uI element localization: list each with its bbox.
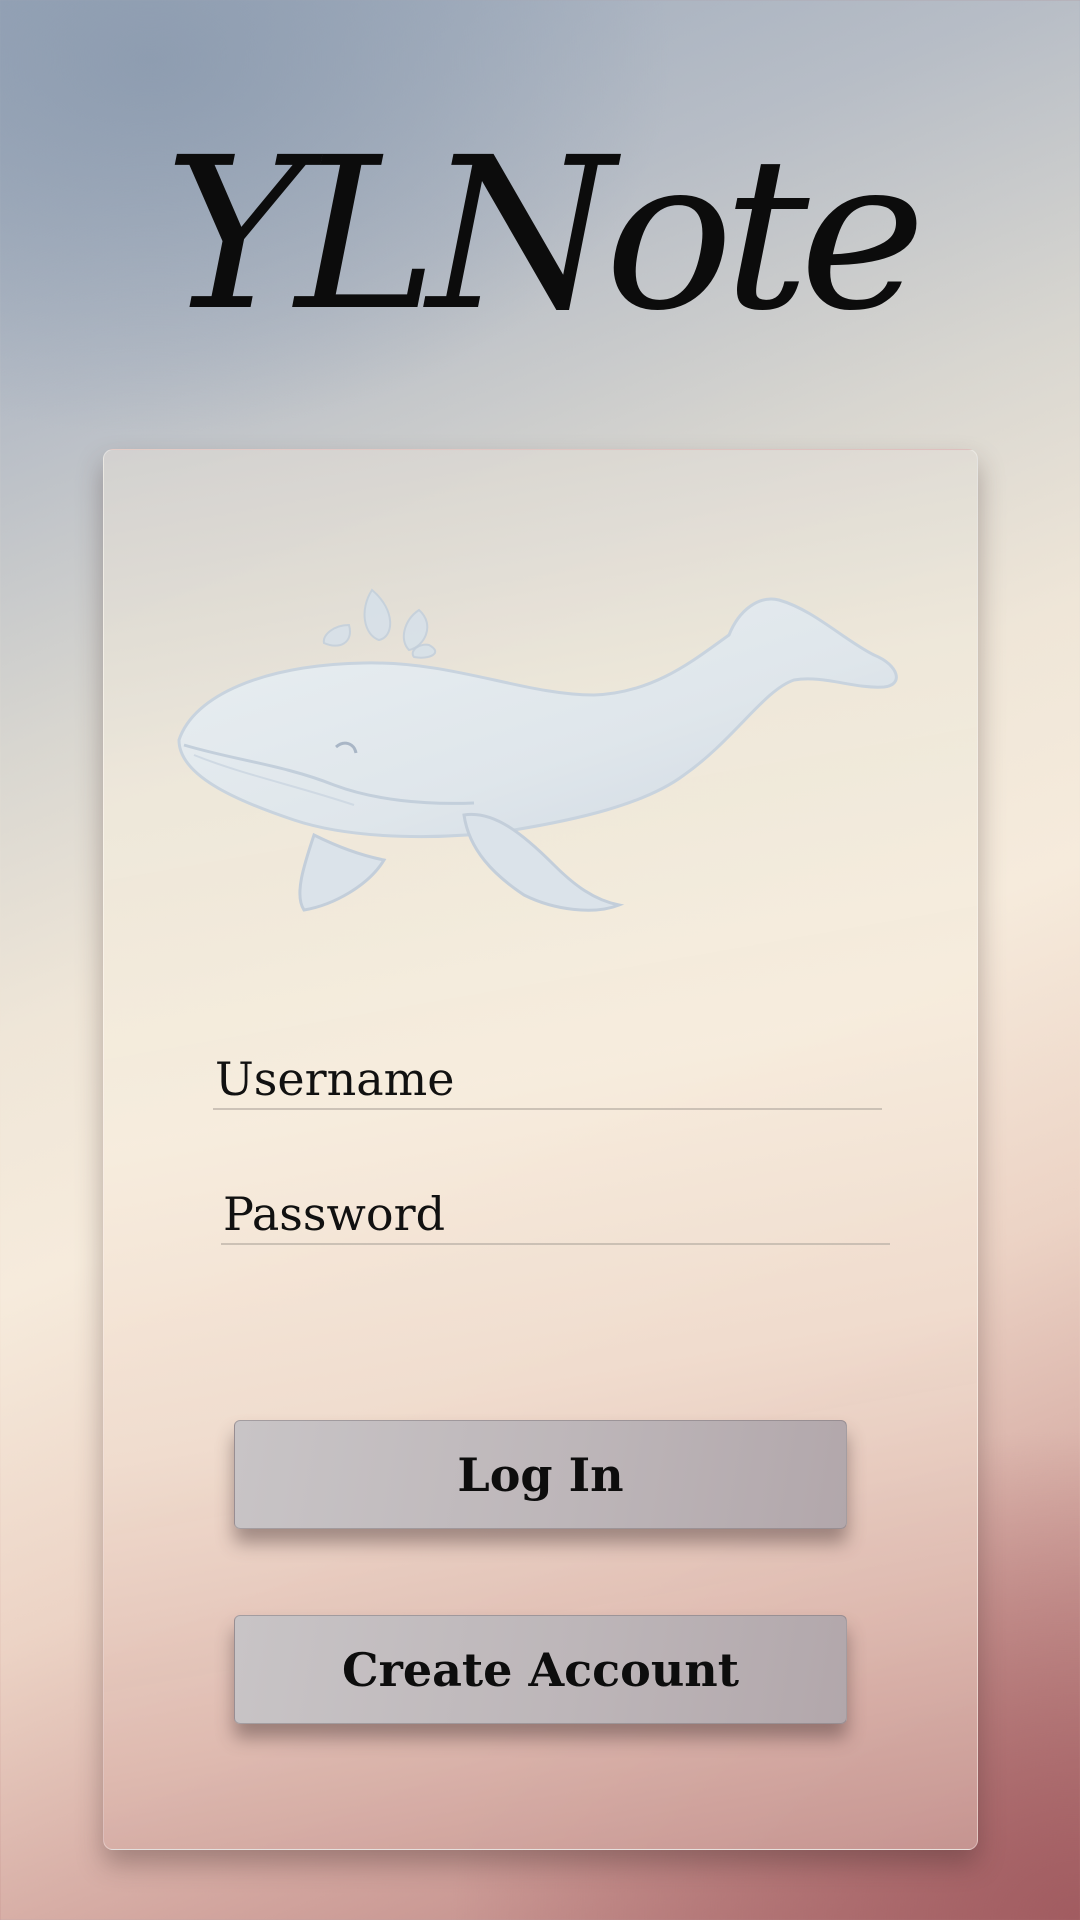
username-input[interactable]	[213, 1050, 882, 1110]
create-account-button[interactable]: Create Account	[234, 1615, 847, 1724]
app-title: YLNote	[164, 112, 926, 357]
login-button[interactable]: Log In	[234, 1420, 847, 1529]
password-field[interactable]	[221, 1185, 890, 1245]
whale-illustration	[177, 588, 898, 912]
username-field[interactable]	[213, 1050, 882, 1110]
password-input[interactable]	[221, 1185, 890, 1245]
login-card: Log In Create Account	[103, 449, 978, 1850]
